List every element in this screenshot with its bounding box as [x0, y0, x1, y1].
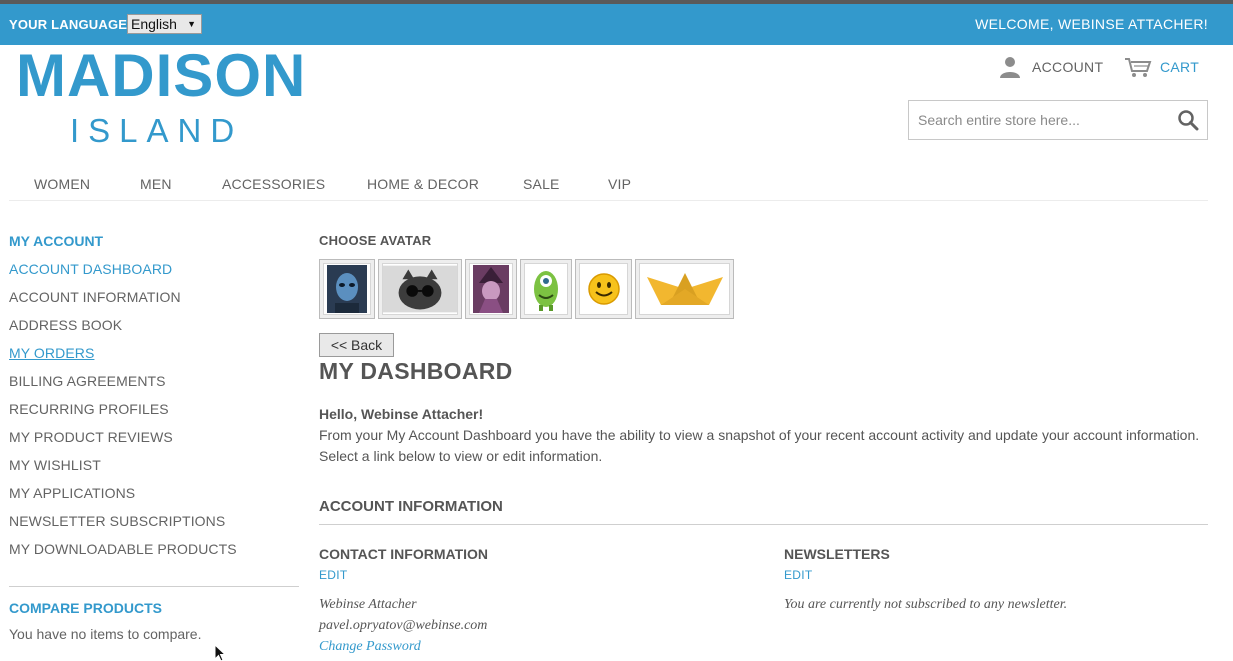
nav-item-sale[interactable]: SALE [523, 176, 560, 192]
section-divider [319, 524, 1208, 525]
nav-item-accessories[interactable]: ACCESSORIES [222, 176, 325, 192]
nav-item-men[interactable]: MEN [140, 176, 172, 192]
dashboard-intro: From your My Account Dashboard you have … [319, 427, 1200, 464]
sidebar-item-billing-agreements[interactable]: BILLING AGREEMENTS [9, 373, 166, 389]
cart-label: CART [1160, 59, 1200, 75]
mouse-cursor-icon [214, 644, 227, 661]
nav-item-home-decor[interactable]: HOME & DECOR [367, 176, 479, 192]
sidebar-item-account-dashboard[interactable]: ACCOUNT DASHBOARD [9, 261, 172, 277]
sidebar-divider [9, 586, 299, 587]
account-icon [1000, 57, 1020, 78]
sidebar-item-wishlist[interactable]: MY WISHLIST [9, 457, 101, 473]
purple-witch-avatar-icon [473, 265, 509, 313]
welcome-message: WELCOME, WEBINSE ATTACHER! [975, 16, 1208, 32]
compare-products-title: COMPARE PRODUCTS [9, 600, 162, 616]
cart-link[interactable]: CART [1124, 55, 1199, 79]
newsletters-edit-link[interactable]: EDIT [784, 568, 813, 582]
back-button[interactable]: << Back [319, 333, 394, 357]
contact-edit-link[interactable]: EDIT [319, 568, 348, 582]
avatar-option-5[interactable] [575, 259, 632, 319]
header-language-bar: YOUR LANGUAGE: English ▼ WELCOME, WEBINS… [0, 4, 1233, 45]
sidebar-item-newsletter-subscriptions[interactable]: NEWSLETTER SUBSCRIPTIONS [9, 513, 225, 529]
search-box [908, 100, 1208, 140]
contact-information-title: CONTACT INFORMATION [319, 546, 489, 562]
paper-boat-avatar-icon [646, 273, 723, 305]
nav-item-vip[interactable]: VIP [608, 176, 631, 192]
green-cyclops-avatar-icon [534, 271, 558, 311]
account-label: ACCOUNT [1032, 59, 1104, 75]
contact-name: Webinse Attacher [319, 597, 417, 612]
compare-empty-message: You have no items to compare. [9, 626, 202, 642]
page-title: MY DASHBOARD [319, 358, 513, 384]
search-icon[interactable] [1177, 109, 1199, 131]
sidebar-item-my-orders[interactable]: MY ORDERS [9, 345, 94, 361]
language-select[interactable]: English ▼ [127, 14, 202, 34]
newsletters-title: NEWSLETTERS [784, 546, 890, 562]
hello-message: Hello, Webinse Attacher! [319, 406, 484, 422]
language-selected: English [131, 16, 177, 32]
cart-icon [1125, 58, 1152, 77]
sidebar-item-account-information[interactable]: ACCOUNT INFORMATION [9, 289, 181, 305]
sidebar-item-address-book[interactable]: ADDRESS BOOK [9, 317, 122, 333]
dropdown-arrow-icon: ▼ [187, 19, 196, 29]
account-information-title: ACCOUNT INFORMATION [319, 498, 503, 515]
nav-item-women[interactable]: WOMEN [34, 176, 90, 192]
yellow-smiley-avatar-icon [587, 273, 620, 305]
sidebar-item-recurring-profiles[interactable]: RECURRING PROFILES [9, 401, 169, 417]
sidebar-item-product-reviews[interactable]: MY PRODUCT REVIEWS [9, 429, 173, 445]
cat-with-sunglasses-avatar-icon [383, 265, 457, 313]
sidebar-item-downloadable-products[interactable]: MY DOWNLOADABLE PRODUCTS [9, 541, 237, 557]
sidebar-title: MY ACCOUNT [9, 233, 104, 249]
change-password-link[interactable]: Change Password [319, 639, 421, 655]
main-navigation: WOMEN MEN ACCESSORIES HOME & DECOR SALE … [9, 163, 1208, 201]
blue-alien-avatar-icon [327, 265, 367, 313]
avatar-option-4[interactable] [520, 259, 572, 319]
avatar-option-1[interactable] [319, 259, 375, 319]
logo-island[interactable]: ISLAND [70, 112, 243, 150]
search-input[interactable] [909, 101, 1169, 139]
logo-madison[interactable]: MADISON [16, 44, 306, 108]
avatar-option-2[interactable] [378, 259, 462, 319]
avatar-option-3[interactable] [465, 259, 517, 319]
account-link[interactable]: ACCOUNT [998, 55, 1103, 79]
newsletter-status: You are currently not subscribed to any … [784, 597, 1068, 612]
contact-email: pavel.opryatov@webinse.com [319, 618, 488, 633]
sidebar-item-applications[interactable]: MY APPLICATIONS [9, 485, 135, 501]
language-label: YOUR LANGUAGE: [9, 17, 132, 32]
choose-avatar-title: CHOOSE AVATAR [319, 233, 432, 248]
avatar-option-6[interactable] [635, 259, 734, 319]
